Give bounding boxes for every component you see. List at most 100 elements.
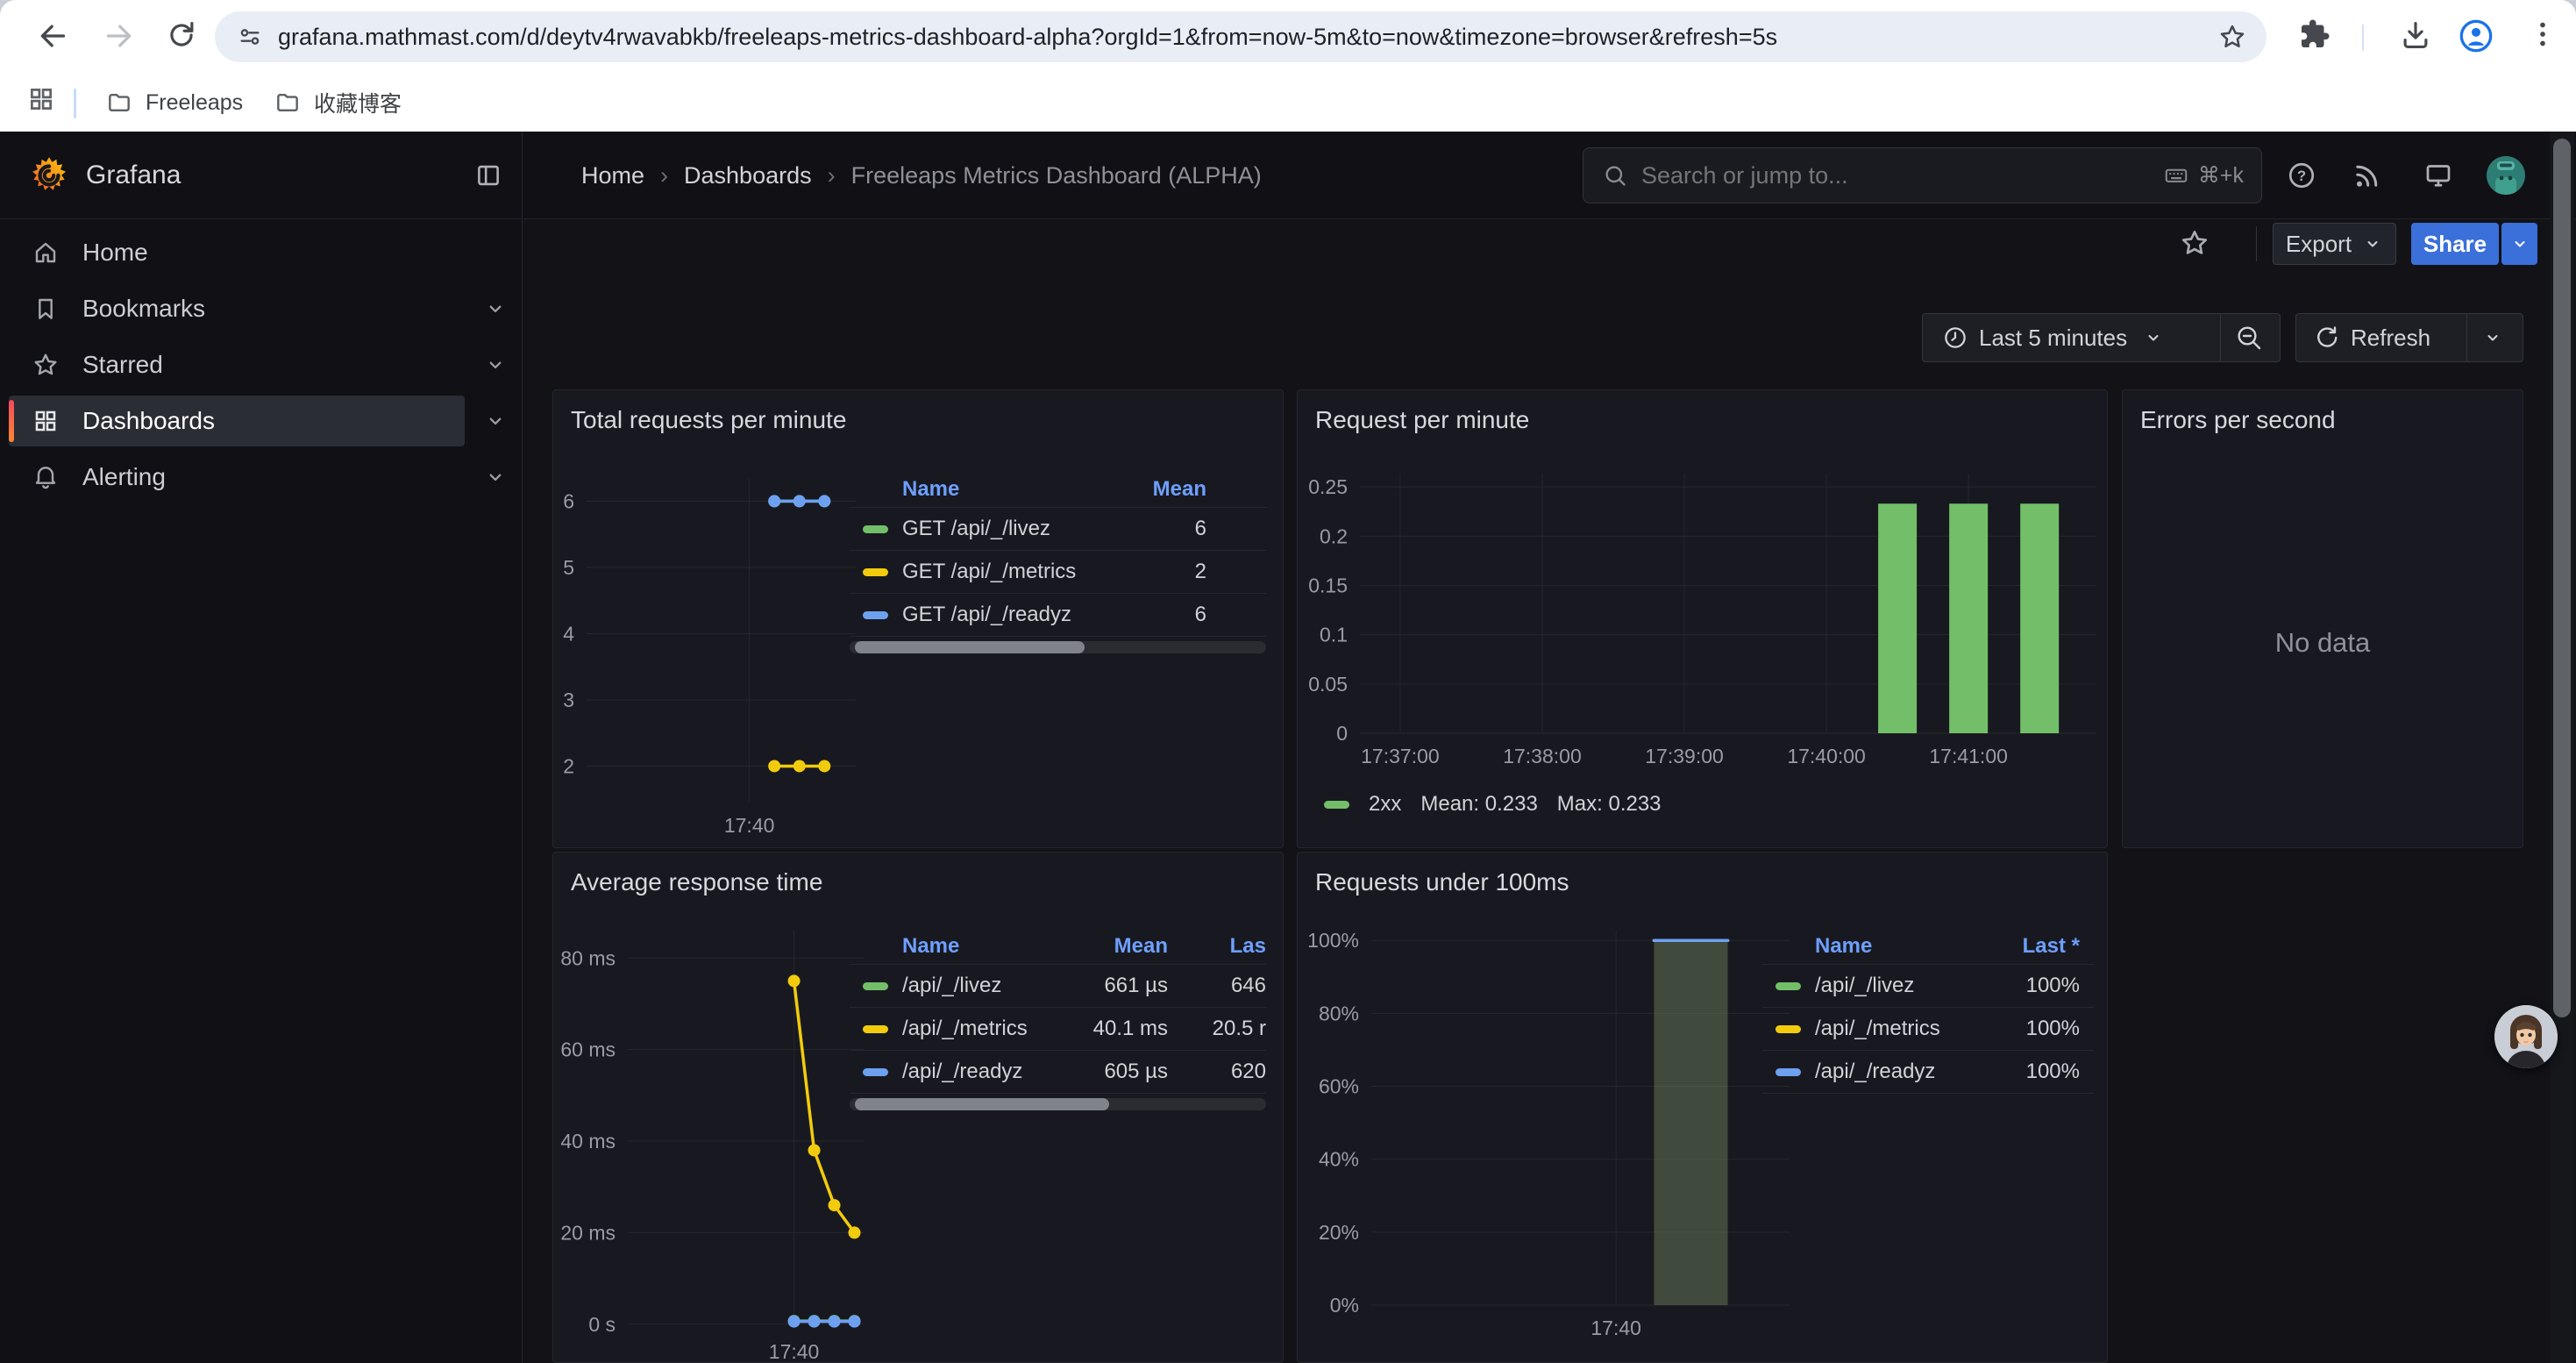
search-shortcut: ⌘+k [2163, 162, 2244, 189]
svg-text:0.25: 0.25 [1308, 475, 1348, 498]
legend-scrollbar[interactable] [850, 641, 1266, 653]
panel-total-requests: Total requests per minute 17:4023456 Nam… [552, 389, 1284, 848]
profile-avatar-icon[interactable] [2459, 18, 2495, 55]
extensions-icon[interactable] [2299, 18, 2336, 55]
chevron-down-icon [2362, 233, 2383, 254]
svg-text:17:40: 17:40 [769, 1340, 820, 1363]
svg-text:4: 4 [563, 622, 574, 645]
panel-request-per-minute: Request per minute 17:37:0017:38:0017:39… [1297, 389, 2108, 848]
clock-icon [1942, 325, 1968, 351]
scrollbar-thumb[interactable] [2553, 139, 2571, 1017]
sidebar-item-home[interactable]: Home [9, 227, 513, 278]
bookmark-folder-blogs[interactable]: 收藏博客 [260, 81, 416, 125]
zoom-out-icon[interactable] [2235, 324, 2263, 352]
svg-text:0.15: 0.15 [1308, 574, 1348, 596]
help-icon[interactable] [2286, 160, 2317, 191]
star-icon [32, 351, 60, 379]
legend-header[interactable]: Name Mean [850, 471, 1266, 508]
svg-text:0.05: 0.05 [1308, 673, 1348, 696]
legend-row[interactable]: /api/_/readyz 100% [1762, 1051, 2094, 1094]
apps-grid-icon[interactable] [26, 84, 63, 121]
legend-row[interactable]: GET /api/_/readyz 6 [850, 594, 1266, 637]
legend-row[interactable]: GET /api/_/metrics 2 [850, 551, 1266, 594]
panel-title[interactable]: Errors per second [2140, 406, 2336, 434]
chevron-down-icon[interactable] [483, 296, 508, 321]
series-color-dash [863, 611, 888, 619]
share-menu-button[interactable] [2501, 223, 2537, 265]
breadcrumb-dashboards[interactable]: Dashboards [684, 162, 812, 189]
legend-row[interactable]: /api/_/metrics 100% [1762, 1008, 2094, 1051]
legend-table: Name Last * /api/_/livez 100% /api/_/met… [1762, 928, 2094, 1094]
export-button[interactable]: Export [2273, 223, 2396, 265]
legend-header[interactable]: Name Mean Las [850, 928, 1266, 965]
bookmarks-bar: Freeleaps 收藏博客 [0, 74, 2576, 132]
chevron-down-icon[interactable] [483, 465, 508, 489]
legend-row[interactable]: /api/_/livez 661 µs 646 [850, 965, 1266, 1008]
news-rss-icon[interactable] [2352, 160, 2383, 191]
breadcrumb: Home › Dashboards › Freeleaps Metrics Da… [581, 132, 1262, 219]
legend-scrollbar[interactable] [850, 1098, 1266, 1110]
keyboard-icon [2163, 162, 2189, 189]
folder-icon [274, 89, 302, 117]
legend-row[interactable]: /api/_/livez 100% [1762, 965, 2094, 1008]
chevron-down-icon[interactable] [2482, 327, 2503, 348]
legend-max: Max: 0.233 [1557, 792, 1662, 817]
sidebar-item-dashboards[interactable]: Dashboards [9, 396, 513, 446]
bookmark-label: Freeleaps [146, 90, 243, 116]
share-button[interactable]: Share [2411, 223, 2499, 265]
svg-text:17:40: 17:40 [724, 814, 775, 837]
breadcrumb-separator: › [660, 162, 668, 189]
brand-name[interactable]: Grafana [86, 132, 181, 219]
series-color-dash [1775, 1068, 1801, 1076]
svg-text:6: 6 [563, 489, 574, 512]
favorite-star-icon[interactable] [2179, 227, 2210, 259]
svg-text:60 ms: 60 ms [560, 1038, 616, 1061]
legend-row[interactable]: /api/_/readyz 605 µs 620 [850, 1051, 1266, 1094]
header-divider [2256, 226, 2257, 261]
sidebar-item-starred[interactable]: Starred [9, 339, 513, 390]
breadcrumb-home[interactable]: Home [581, 162, 644, 189]
svg-text:20%: 20% [1319, 1221, 1359, 1244]
sidebar-item-bookmarks[interactable]: Bookmarks [9, 283, 513, 334]
grafana-app: Grafana Home Bookmarks Starred [0, 132, 2576, 1363]
bookmark-star-icon[interactable] [2217, 22, 2247, 52]
svg-text:3: 3 [563, 689, 574, 711]
downloads-icon[interactable] [2399, 18, 2436, 55]
folder-icon [105, 89, 133, 117]
url-text[interactable]: grafana.mathmast.com/d/deytv4rwavabkb/fr… [278, 24, 2217, 51]
search-input[interactable] [1640, 161, 2163, 190]
menu-dots-icon[interactable] [2527, 18, 2564, 55]
user-avatar[interactable] [2487, 156, 2525, 195]
svg-text:17:40:00: 17:40:00 [1787, 745, 1866, 767]
back-icon[interactable] [35, 18, 72, 55]
time-range-picker[interactable]: Last 5 minutes [1922, 313, 2281, 362]
legend-inline[interactable]: 2xx Mean: 0.233 Max: 0.233 [1324, 792, 1662, 817]
search-box[interactable]: ⌘+k [1583, 147, 2262, 203]
dock-menu-icon[interactable] [473, 161, 503, 190]
svg-text:17:39:00: 17:39:00 [1645, 745, 1724, 767]
svg-text:40 ms: 40 ms [560, 1130, 616, 1152]
refresh-button[interactable]: Refresh [2295, 313, 2523, 362]
bell-icon [32, 463, 60, 491]
legend-row[interactable]: /api/_/metrics 40.1 ms 20.5 r [850, 1008, 1266, 1051]
grafana-logo-icon[interactable] [28, 154, 70, 196]
site-settings-icon[interactable] [236, 23, 264, 51]
bookmark-folder-freeleaps[interactable]: Freeleaps [91, 81, 257, 125]
chevron-down-icon[interactable] [483, 409, 508, 433]
chevron-down-icon[interactable] [483, 353, 508, 377]
forward-icon[interactable] [102, 18, 139, 55]
url-bar[interactable]: grafana.mathmast.com/d/deytv4rwavabkb/fr… [215, 11, 2266, 62]
legend-header[interactable]: Name Last * [1762, 928, 2094, 965]
kiosk-monitor-icon[interactable] [2423, 160, 2454, 191]
svg-text:0: 0 [1336, 722, 1348, 745]
svg-text:2: 2 [563, 754, 574, 777]
assistant-avatar[interactable] [2494, 1005, 2558, 1068]
sidebar-item-alerting[interactable]: Alerting [9, 452, 513, 503]
legend-row[interactable]: GET /api/_/livez 6 [850, 508, 1266, 551]
svg-text:80%: 80% [1319, 1002, 1359, 1024]
svg-text:0.1: 0.1 [1320, 624, 1348, 646]
svg-text:0 s: 0 s [588, 1313, 616, 1336]
reload-icon[interactable] [165, 18, 202, 55]
series-color-dash [863, 1025, 888, 1033]
svg-text:17:41:00: 17:41:00 [1929, 745, 2008, 767]
